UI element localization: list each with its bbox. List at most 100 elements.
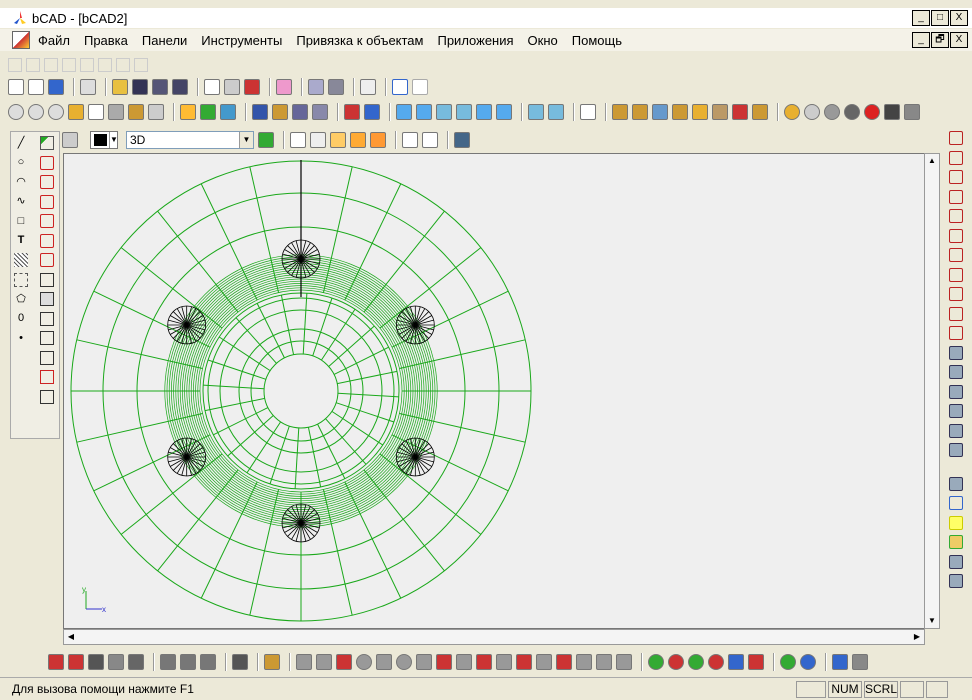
snap-icon[interactable]: [292, 104, 308, 120]
flag-icon[interactable]: [832, 654, 848, 670]
new-document-icon[interactable]: [28, 79, 44, 95]
view-select[interactable]: 3D ▼: [126, 131, 254, 149]
ortho-icon[interactable]: [272, 104, 288, 120]
section-icon[interactable]: [516, 654, 532, 670]
draw-icon[interactable]: [344, 104, 360, 120]
scene-icon[interactable]: [949, 535, 963, 549]
snap-intersection-icon[interactable]: [949, 228, 963, 243]
slice-icon[interactable]: [536, 654, 552, 670]
view-top-icon[interactable]: [476, 104, 492, 120]
dimension-angular-icon[interactable]: [200, 654, 216, 670]
polygon-icon[interactable]: ⬠: [14, 292, 28, 306]
polyline-icon[interactable]: [40, 155, 54, 170]
solid-edit-icon[interactable]: [780, 654, 796, 670]
distribute-icon[interactable]: [108, 654, 124, 670]
save-as-icon[interactable]: [152, 79, 168, 95]
monitor-icon[interactable]: [454, 132, 470, 148]
snap-surface-icon[interactable]: [949, 423, 963, 438]
revolve-icon[interactable]: [456, 654, 472, 670]
extrude-icon[interactable]: [436, 654, 452, 670]
render-icon[interactable]: [612, 104, 628, 120]
measure-icon[interactable]: [148, 104, 164, 120]
array-polar-icon[interactable]: [68, 654, 84, 670]
light-icon[interactable]: [128, 104, 144, 120]
wedge-icon[interactable]: [336, 654, 352, 670]
database-icon[interactable]: [949, 443, 963, 457]
shell-icon[interactable]: [556, 654, 572, 670]
undo-icon[interactable]: [392, 79, 408, 95]
menu-file[interactable]: Файл: [38, 33, 70, 48]
view-right-icon[interactable]: [456, 104, 472, 120]
select-icon[interactable]: [204, 79, 220, 95]
pipe-icon[interactable]: [576, 654, 592, 670]
scroll-left-arrow[interactable]: ◀: [64, 630, 78, 644]
chevron-down-icon[interactable]: ▼: [239, 132, 253, 148]
snap-center-icon[interactable]: [949, 170, 963, 184]
grid-points-icon[interactable]: [232, 654, 248, 670]
ellipse-icon[interactable]: 0: [14, 312, 28, 326]
view-front-icon[interactable]: [396, 104, 412, 120]
zoom-in-icon[interactable]: [8, 104, 24, 120]
save-all-icon[interactable]: [172, 79, 188, 95]
lamp-icon[interactable]: [692, 104, 708, 120]
hatch-icon[interactable]: [14, 253, 28, 267]
break-icon[interactable]: [40, 370, 54, 384]
sphere-icon[interactable]: [356, 654, 372, 670]
close-button[interactable]: X: [950, 10, 968, 26]
bezier-icon[interactable]: [40, 253, 54, 267]
cube-hidden-icon[interactable]: [310, 132, 326, 148]
chamfer-icon[interactable]: [40, 175, 54, 189]
solid-check-icon[interactable]: [800, 654, 816, 670]
image-icon[interactable]: [48, 79, 64, 95]
stop-icon[interactable]: [864, 104, 880, 120]
open-icon[interactable]: [112, 79, 128, 95]
cube-wire-icon[interactable]: [290, 132, 306, 148]
cone-icon[interactable]: [376, 654, 392, 670]
offset-icon[interactable]: [40, 311, 54, 326]
pin-icon[interactable]: [62, 132, 78, 148]
zoom-realtime-icon[interactable]: [804, 104, 820, 120]
vertical-scrollbar[interactable]: ▲ ▼: [924, 153, 940, 629]
anchor-icon[interactable]: [852, 654, 868, 670]
align-icon[interactable]: [88, 654, 104, 670]
fillet-icon[interactable]: [40, 194, 54, 209]
snap-perpendicular-icon[interactable]: [949, 267, 963, 282]
document-icon[interactable]: [12, 31, 30, 49]
layers-icon[interactable]: [200, 104, 216, 120]
menu-applications[interactable]: Приложения: [437, 33, 513, 48]
menu-tools[interactable]: Инструменты: [201, 33, 282, 48]
texture-icon[interactable]: [712, 104, 728, 120]
image-insert-icon[interactable]: [312, 104, 328, 120]
transform-icon[interactable]: [244, 79, 260, 95]
array-icon[interactable]: [48, 654, 64, 670]
snap-node-icon[interactable]: [949, 189, 963, 204]
torus-icon[interactable]: [396, 654, 412, 670]
cube-persp-icon[interactable]: [422, 132, 438, 148]
arc-icon[interactable]: ◠: [14, 175, 28, 189]
insert-icon[interactable]: [264, 654, 280, 670]
menu-help[interactable]: Помощь: [572, 33, 622, 48]
list-icon[interactable]: [80, 79, 96, 95]
grid-icon[interactable]: [252, 104, 268, 120]
snap-insert-icon[interactable]: [949, 345, 963, 360]
pyramid-icon[interactable]: [316, 654, 332, 670]
doc-minimize-button[interactable]: _: [912, 32, 930, 48]
elbow-icon[interactable]: [596, 654, 612, 670]
snap-quadrant-icon[interactable]: [949, 209, 963, 223]
eraser-icon[interactable]: [276, 79, 292, 95]
curve-icon[interactable]: [40, 214, 54, 228]
redo-icon[interactable]: [412, 79, 428, 95]
snap-extension-icon[interactable]: [949, 326, 963, 340]
menu-window[interactable]: Окно: [528, 33, 558, 48]
cube-shaded-icon[interactable]: [330, 132, 346, 148]
color-picker[interactable]: ▼: [90, 131, 118, 149]
snap-grid-icon[interactable]: [949, 384, 963, 399]
maximize-button[interactable]: □: [931, 10, 949, 26]
mirror-icon[interactable]: [40, 272, 54, 287]
cube-textured-icon[interactable]: [370, 132, 386, 148]
layers-icon[interactable]: [258, 132, 274, 148]
view-bottom-icon[interactable]: [496, 104, 512, 120]
point-icon[interactable]: •: [14, 331, 28, 345]
settings-icon[interactable]: [904, 104, 920, 120]
cube-rendered-icon[interactable]: [350, 132, 366, 148]
